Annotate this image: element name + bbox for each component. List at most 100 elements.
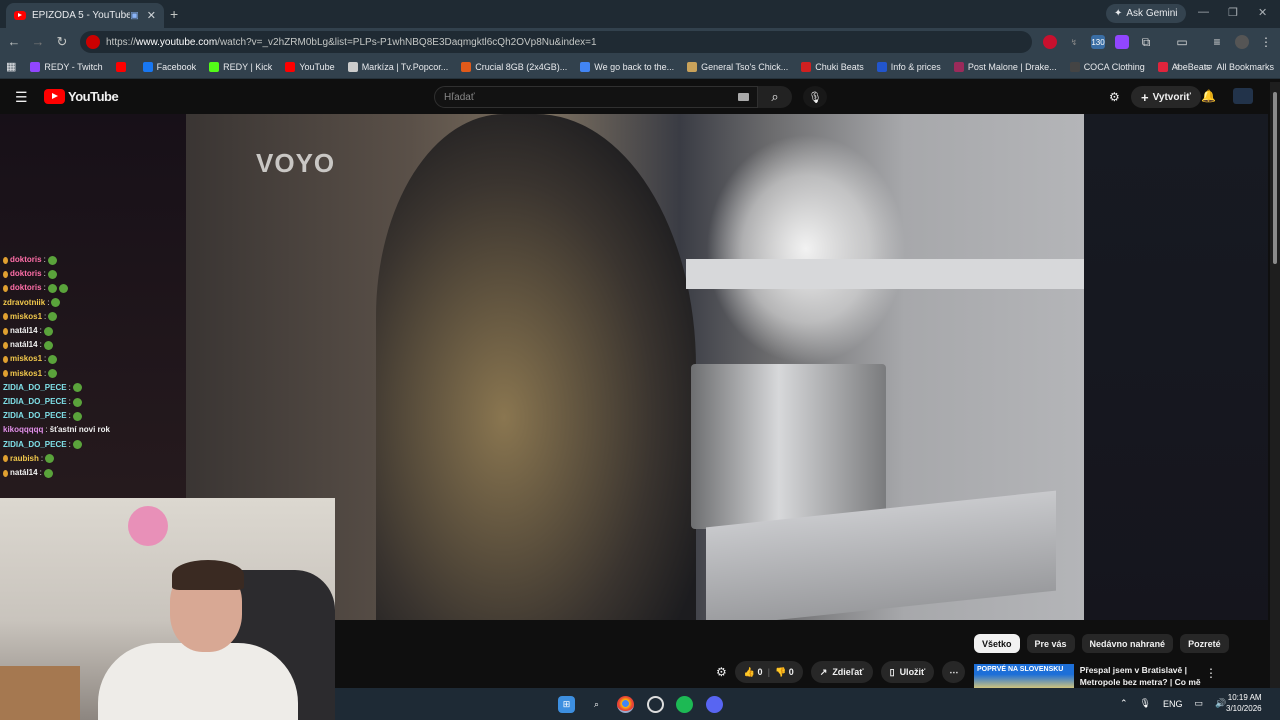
chat-username: ZIDIA_DO_PECE (3, 397, 67, 407)
bookmark-item[interactable]: Crucial 8GB (2x4GB)... (461, 61, 568, 72)
chat-username: miskos1 (10, 368, 43, 378)
chat-separator: : (40, 453, 44, 463)
screen-cast-icon[interactable]: ▭ (1175, 35, 1189, 49)
microphone-icon: 🎙 (808, 91, 822, 104)
bookmark-item[interactable]: We go back to the... (580, 61, 675, 72)
chat-message: raubish : (3, 452, 183, 466)
chat-message: ZIDIA_DO_PECE : (3, 409, 183, 423)
chat-message: ZIDIA_DO_PECE : (3, 381, 183, 395)
create-button[interactable]: + Vytvoriť (1131, 86, 1201, 108)
discord-icon[interactable] (706, 696, 723, 713)
chat-emote-icon (58, 284, 68, 293)
search-button[interactable]: ⌕ (758, 86, 792, 108)
save-label: Uložiť (899, 667, 926, 677)
back-button[interactable]: ← (6, 34, 22, 49)
chat-badge-icon (3, 356, 8, 364)
bookmark-label: Crucial 8GB (2x4GB)... (475, 61, 568, 72)
reload-button[interactable]: ↻ (54, 34, 70, 50)
profile-avatar[interactable] (1235, 35, 1249, 49)
start-icon[interactable]: ⊞ (558, 696, 575, 713)
close-tab-icon[interactable]: ✕ (147, 9, 156, 22)
chip-all[interactable]: Všetko (974, 634, 1020, 653)
site-info-icon[interactable] (86, 35, 100, 49)
chat-separator: : (39, 340, 42, 350)
bookmark-item[interactable]: Markíza | Tv.Popcor... (347, 61, 448, 72)
page-scrollbar[interactable] (1270, 82, 1280, 692)
browser-tab[interactable]: EPIZÓDA 5 - YouTube ▣ ✕ (6, 3, 164, 28)
minimize-button[interactable]: — (1198, 6, 1209, 18)
forward-button[interactable]: → (30, 34, 46, 49)
close-window-button[interactable]: ✕ (1258, 6, 1267, 19)
bookmark-label: We go back to the... (594, 61, 675, 72)
extension-icon[interactable]: ↯ (1067, 35, 1081, 49)
bookmark-item[interactable] (115, 61, 130, 72)
chip-for-you[interactable]: Pre vás (1026, 634, 1075, 653)
bookmark-item[interactable]: COCA Clothing (1069, 61, 1145, 72)
network-icon[interactable]: ▭ (1195, 698, 1204, 709)
youtube-logo[interactable]: YouTube (44, 89, 119, 104)
chat-message: miskos1 : (3, 367, 183, 381)
chat-message: doktoris : (3, 281, 183, 295)
bookmarks-overflow-icon[interactable]: » (1174, 61, 1180, 72)
bookmark-item[interactable]: AbeBeats (1157, 61, 1211, 72)
chip-watched[interactable]: Pozreté (1180, 634, 1229, 653)
bookmark-item[interactable]: Post Malone | Drake... (953, 61, 1057, 72)
settings-gear-icon[interactable]: ⚙ (1109, 90, 1120, 104)
ask-gemini-button[interactable]: ✦ Ask Gemini (1106, 4, 1186, 23)
language-indicator[interactable]: ENG (1163, 699, 1183, 709)
scrollbar-thumb[interactable] (1273, 92, 1277, 264)
search-input[interactable]: Hľadať (434, 86, 758, 108)
like-button[interactable]: 👍 0 (744, 667, 763, 678)
extensions-puzzle-icon[interactable]: ⧉ (1139, 35, 1153, 49)
more-actions-button[interactable]: ⋯ (942, 661, 966, 683)
search-icon[interactable]: ⌕ (588, 696, 605, 713)
recommended-title[interactable]: Přespal jsem v Bratislavě | Metropole be… (1080, 664, 1206, 699)
bookmark-item[interactable]: REDY - Twitch (30, 61, 103, 72)
bookmark-item[interactable]: REDY | Kick (209, 61, 272, 72)
volume-icon[interactable]: 🔊 (1215, 698, 1226, 709)
taskbar-clock[interactable]: 10:19 AM 3/10/2026 (1226, 692, 1262, 714)
apps-grid-icon[interactable]: ▦ (6, 60, 16, 73)
dislike-button[interactable]: 👎 0 (775, 667, 794, 678)
chat-username: ZIDIA_DO_PECE (3, 382, 67, 392)
share-button[interactable]: ↗ Zdieľať (810, 661, 873, 683)
recommended-thumbnail[interactable]: POPRVÉ NA SLOVENSKU (974, 664, 1074, 690)
chat-badge-icon (3, 341, 8, 349)
bookmark-favicon-icon (876, 61, 887, 72)
media-control-icon[interactable]: ≡ (1210, 35, 1224, 49)
audio-icon[interactable]: ▣ (130, 10, 139, 21)
browser-menu-icon[interactable]: ⋮ (1259, 35, 1273, 49)
microphone-icon[interactable]: 🎙 (1140, 698, 1151, 709)
address-bar[interactable]: https://www.youtube.com/watch?v=_v2hZRM0… (80, 31, 1032, 53)
voice-search-button[interactable]: 🎙 (803, 86, 827, 108)
chat-separator: : (68, 397, 71, 407)
all-bookmarks-button[interactable]: ▭ All Bookmarks (1204, 61, 1274, 72)
chat-separator: : (68, 439, 71, 449)
tray-chevron-icon[interactable]: ⌃ (1120, 698, 1128, 709)
chrome-icon[interactable] (617, 696, 634, 713)
extension-icon[interactable] (1043, 35, 1057, 49)
bookmark-item[interactable]: Chuki Beats (801, 61, 864, 72)
spotify-icon[interactable] (676, 696, 693, 713)
chat-message: kikoqqqqq : šťastní novi rok (3, 423, 183, 437)
bookmark-item[interactable]: Info & prices (876, 61, 941, 72)
hamburger-menu-icon[interactable]: ☰ (15, 89, 28, 106)
bookmark-item[interactable]: General Tso's Chick... (687, 61, 788, 72)
maximize-button[interactable]: ❐ (1228, 6, 1238, 19)
obs-icon[interactable] (647, 696, 664, 713)
chat-separator: : (43, 269, 46, 279)
recommended-more-icon[interactable]: ⋮ (1205, 666, 1217, 680)
bookmark-item[interactable]: YouTube (285, 61, 335, 72)
notifications-bell-icon[interactable]: 🔔 (1201, 89, 1216, 103)
save-button[interactable]: ▯ Uložiť (880, 661, 935, 683)
bookmark-item[interactable]: Facebook (142, 61, 196, 72)
twitch-extension-icon[interactable] (1115, 35, 1129, 49)
keyboard-icon[interactable] (738, 93, 749, 101)
avatar[interactable] (1233, 88, 1253, 104)
new-tab-button[interactable]: + (170, 6, 178, 22)
extension-gear-icon[interactable]: ⚙ (716, 665, 727, 679)
extension-badge-icon[interactable]: 130 (1091, 35, 1105, 49)
recommended-video[interactable]: POPRVÉ NA SLOVENSKU Přespal jsem v Brati… (974, 664, 1206, 699)
chat-emote-icon (72, 397, 82, 407)
chip-recently-uploaded[interactable]: Nedávno nahrané (1081, 634, 1174, 653)
